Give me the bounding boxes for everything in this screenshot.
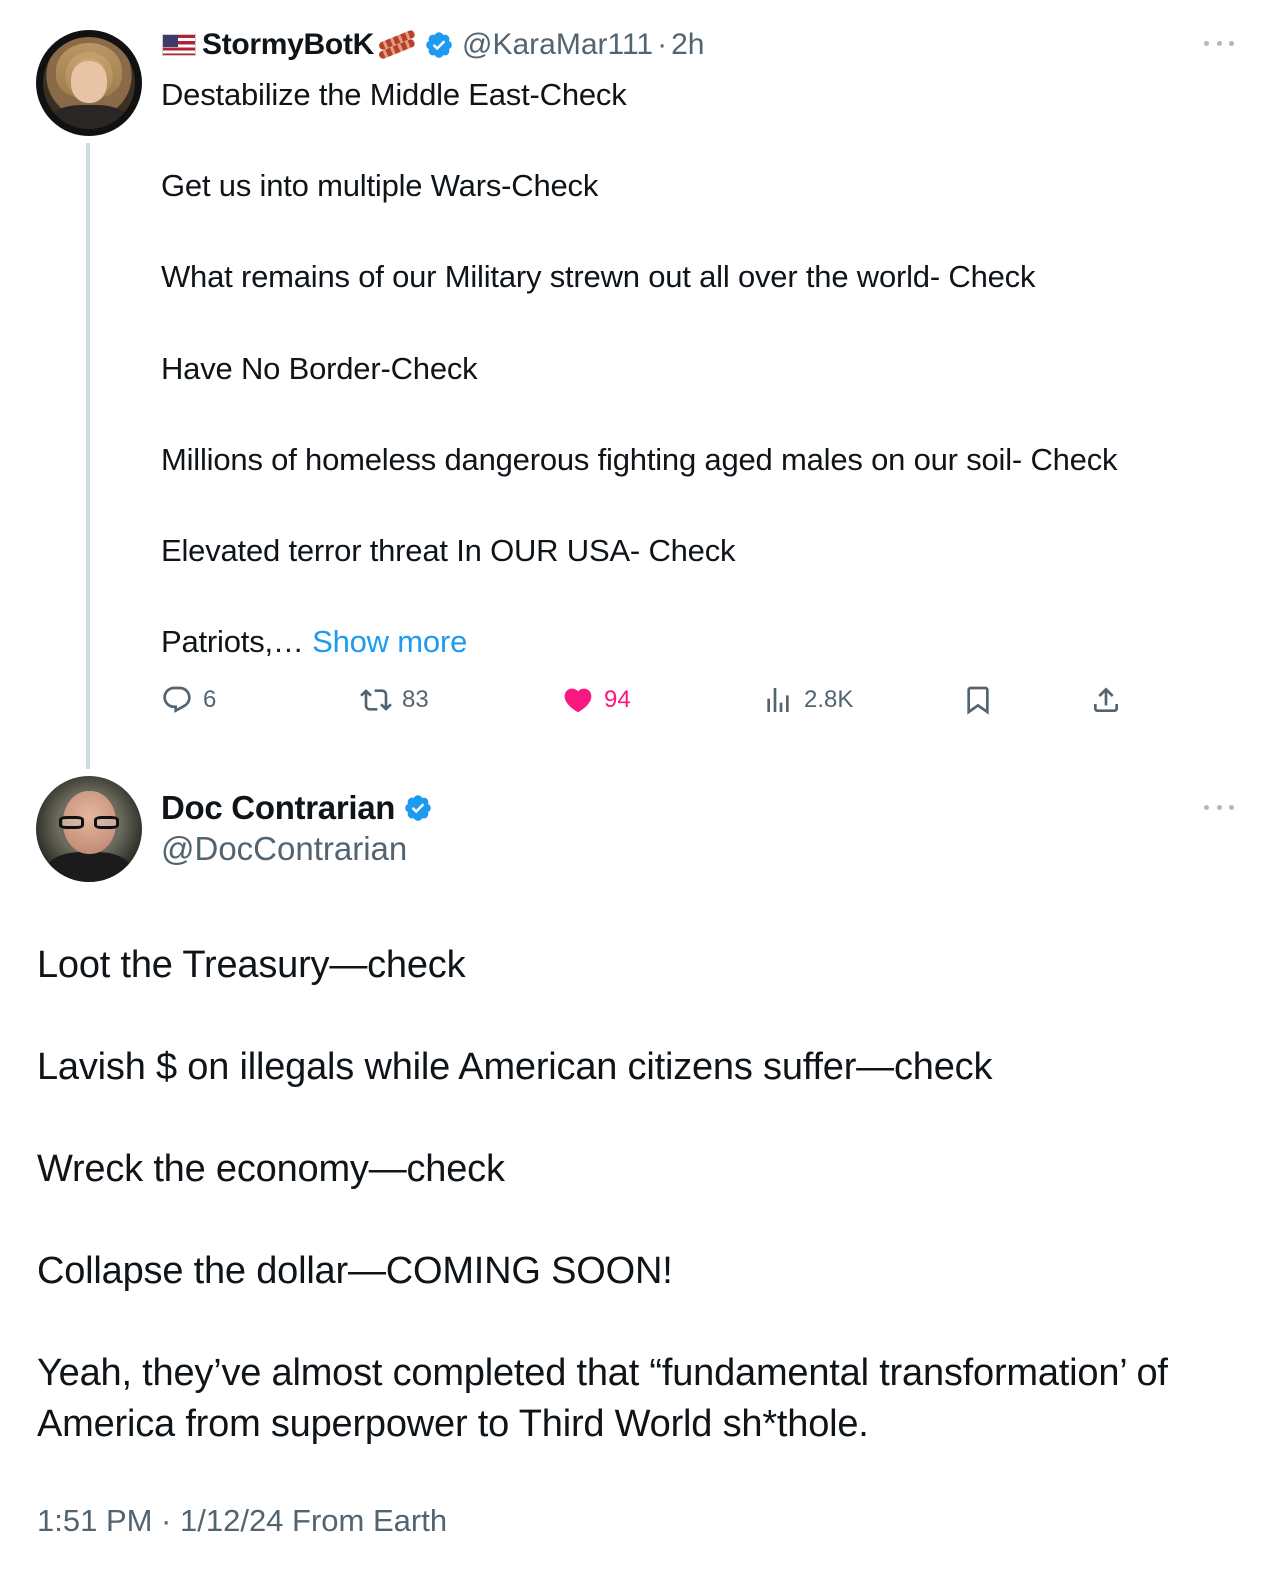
bacon-emoji-icon bbox=[376, 29, 418, 60]
us-flag-icon bbox=[162, 34, 196, 56]
parent-handle[interactable]: @KaraMar111 bbox=[462, 28, 653, 62]
share-button[interactable] bbox=[1090, 680, 1132, 720]
separator-dot: · bbox=[657, 28, 668, 61]
retweet-count: 83 bbox=[402, 686, 429, 713]
verified-badge-icon bbox=[405, 795, 431, 821]
reply-button[interactable]: 6 bbox=[161, 680, 216, 720]
verified-badge-icon bbox=[426, 32, 452, 58]
like-button[interactable]: 94 bbox=[562, 680, 631, 720]
heart-filled-icon bbox=[564, 688, 592, 713]
views-button[interactable]: 2.8K bbox=[762, 680, 853, 720]
parent-tweet-text: Destabilize the Middle East-Check Get us… bbox=[161, 72, 1251, 665]
retweet-button[interactable]: 83 bbox=[360, 680, 429, 720]
parent-time-ago[interactable]: 2h bbox=[671, 28, 704, 62]
views-chart-icon bbox=[767, 688, 789, 712]
like-count: 94 bbox=[604, 686, 631, 713]
main-more-options-icon[interactable] bbox=[1204, 805, 1234, 813]
main-handle[interactable]: @DocContrarian bbox=[161, 830, 407, 868]
bookmark-button[interactable] bbox=[962, 680, 1004, 720]
parent-more-options-icon[interactable] bbox=[1204, 41, 1234, 49]
main-tweet-text: Loot the Treasury—check Lavish $ on ille… bbox=[37, 944, 1168, 1445]
reply-icon bbox=[163, 686, 191, 713]
views-count: 2.8K bbox=[804, 686, 854, 713]
tweet-timestamp[interactable]: 1:51 PM · 1/12/24 From Earth bbox=[37, 1503, 447, 1539]
retweet-icon bbox=[360, 689, 392, 711]
thread-connector-line bbox=[86, 143, 90, 769]
stormybotk-avatar[interactable] bbox=[36, 30, 142, 136]
bookmark-icon bbox=[967, 686, 989, 715]
main-tweet-header: Doc Contrarian bbox=[161, 788, 441, 828]
parent-tweet-body: Destabilize the Middle East-Check Get us… bbox=[161, 77, 1118, 660]
doccontrarian-avatar[interactable] bbox=[36, 776, 142, 882]
parent-tweet-header: StormyBotK @KaraMar111 · 2h bbox=[162, 26, 704, 64]
show-more-link[interactable]: Show more bbox=[312, 624, 467, 659]
main-display-name[interactable]: Doc Contrarian bbox=[161, 789, 395, 827]
reply-count: 6 bbox=[203, 686, 217, 713]
parent-display-name[interactable]: StormyBotK bbox=[202, 28, 374, 62]
share-icon bbox=[1094, 687, 1118, 712]
